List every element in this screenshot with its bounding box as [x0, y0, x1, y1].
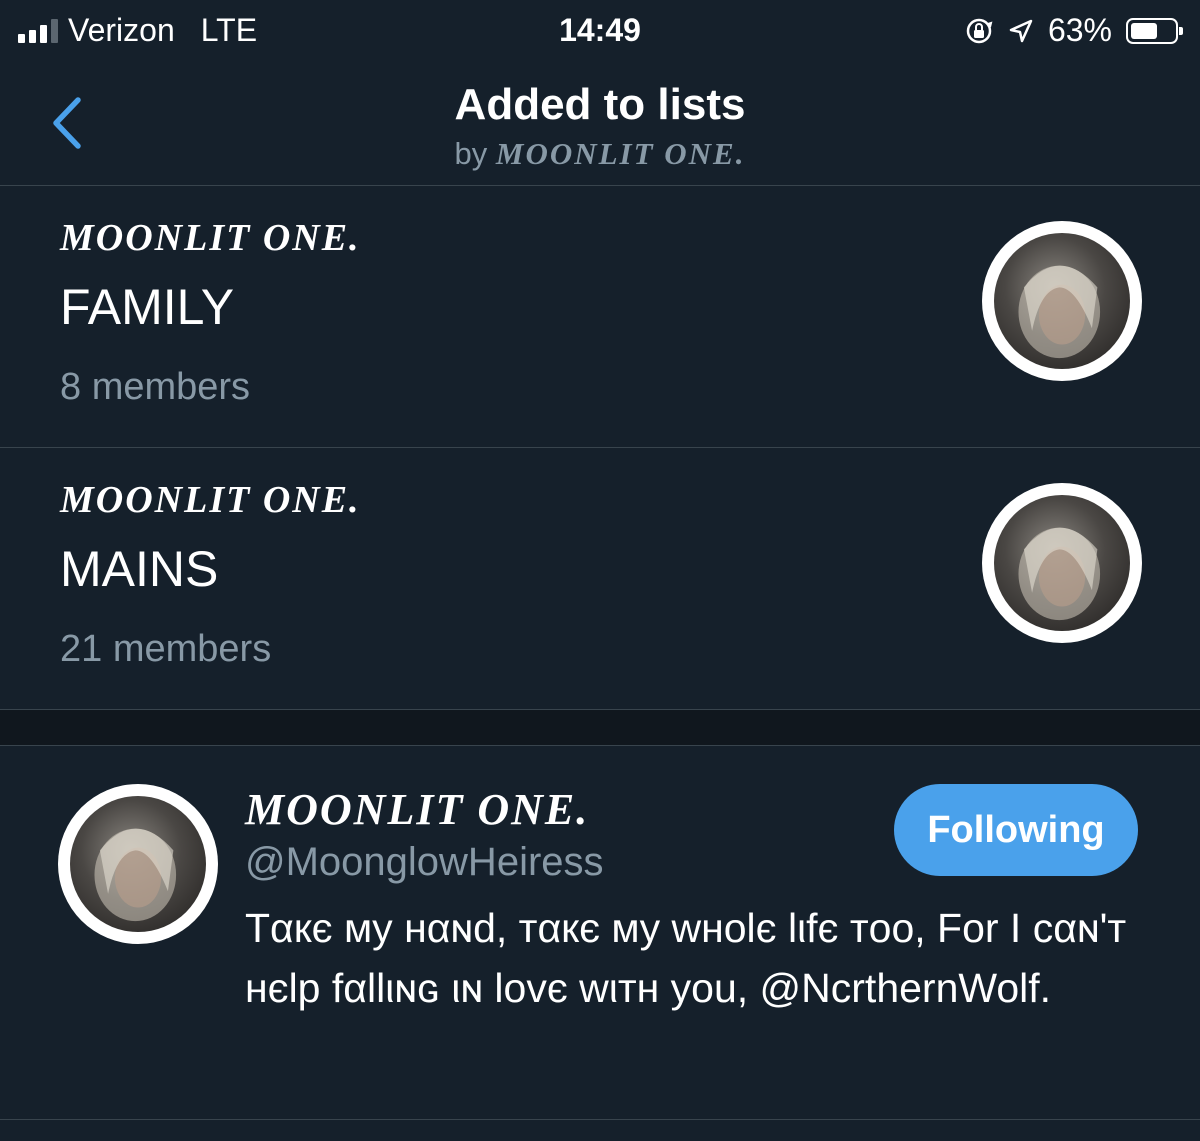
page-subtitle: by MOONLIT ONE. [0, 136, 1200, 172]
list-member-count: 21 members [60, 628, 272, 670]
user-cell[interactable]: MOONLIT ONE. @MoonglowHeiress Tαкє мy нα… [0, 746, 1200, 1120]
subtitle-prefix: by [454, 136, 488, 171]
list-owner: MOONLIT ONE. [60, 217, 361, 259]
location-icon [1009, 19, 1033, 42]
list-owner: MOONLIT ONE. [60, 479, 361, 521]
battery-nub [1179, 26, 1183, 35]
orientation-lock-icon [966, 18, 993, 43]
navigation-bar: Added to lists by MOONLIT ONE. [0, 64, 1200, 186]
list-member-count: 8 members [60, 366, 251, 408]
status-right: 63% [964, 12, 1183, 49]
avatar-image [994, 495, 1130, 631]
list-name: FAMILY [60, 279, 235, 335]
screen: Verizon LTE 14:49 63% Added to lists by … [0, 0, 1200, 1141]
user-display-name: MOONLIT ONE. [245, 785, 590, 834]
battery-fill [1131, 22, 1157, 39]
avatar-image [994, 233, 1130, 369]
list-row[interactable]: MOONLIT ONE. MAINS 21 members [0, 448, 1200, 710]
list-row[interactable]: MOONLIT ONE. FAMILY 8 members [0, 186, 1200, 448]
battery-icon [1126, 17, 1183, 44]
user-avatar[interactable] [58, 784, 218, 944]
list-name: MAINS [60, 541, 219, 597]
user-bio: Tαкє мy нαɴd, тαкє мy wнolє lιfє тoo, Fo… [245, 905, 1127, 1011]
user-handle: @MoonglowHeiress [245, 840, 604, 884]
section-separator [0, 710, 1200, 746]
subtitle-name: MOONLIT ONE. [495, 136, 746, 171]
list-avatar [982, 221, 1142, 381]
avatar-image [70, 796, 206, 932]
status-bar: Verizon LTE 14:49 63% [0, 0, 1200, 64]
battery-percent: 63% [1047, 12, 1112, 48]
following-button[interactable]: Following [894, 784, 1138, 876]
page-title: Added to lists [454, 80, 746, 129]
list-avatar [982, 483, 1142, 643]
